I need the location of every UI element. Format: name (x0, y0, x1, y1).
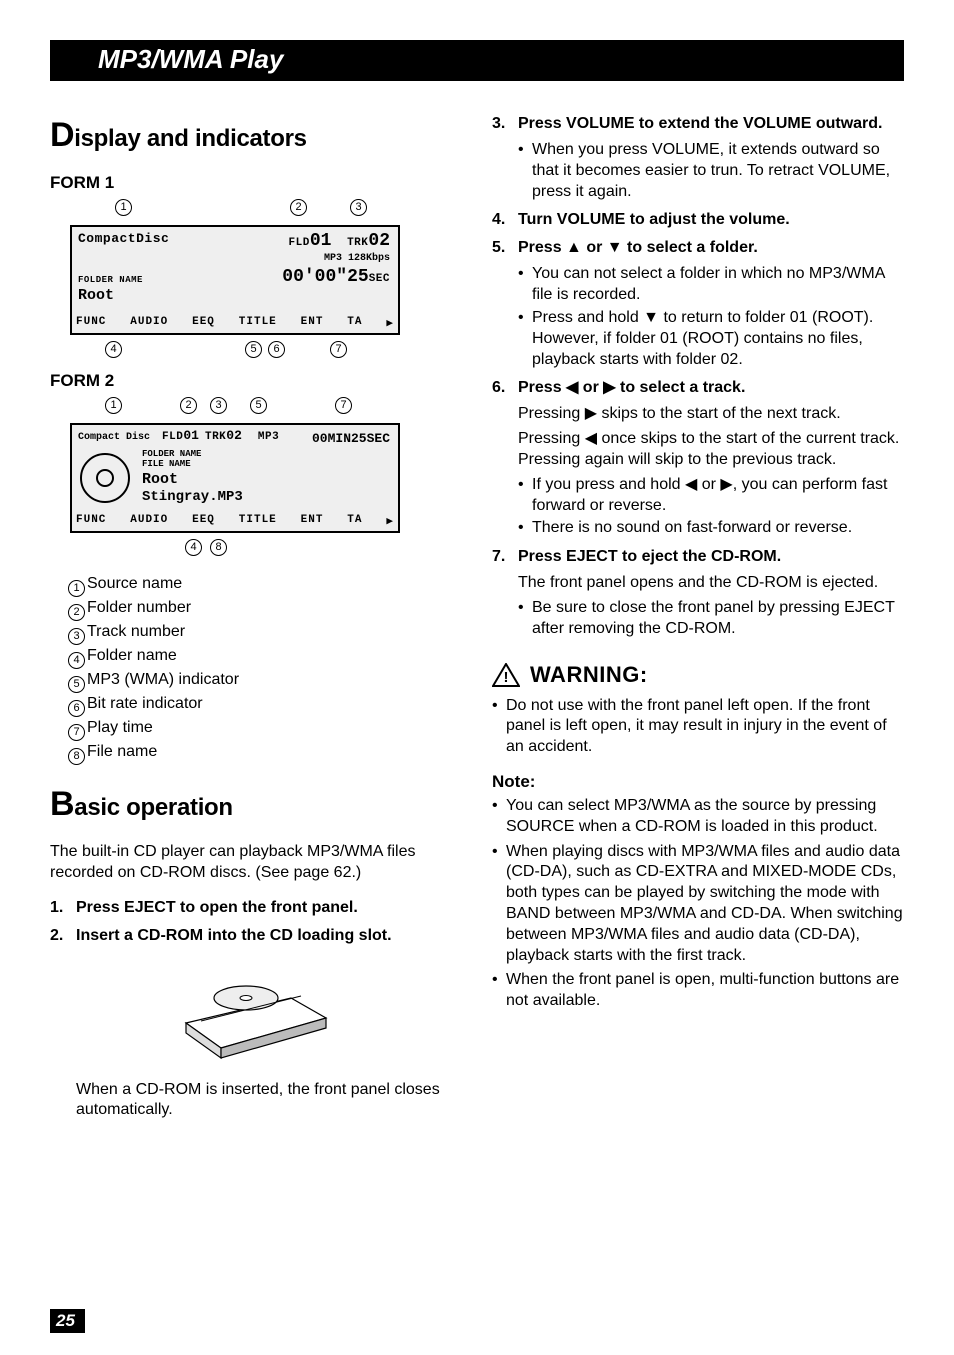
svg-text:!: ! (504, 669, 509, 686)
lcd-display-form1: CompactDisc FLD01 TRK02 MP3 128Kbps 00'0… (70, 225, 400, 335)
step: 3.Press VOLUME to extend the VOLUME outw… (492, 114, 904, 134)
legend-list: 1Source name 2Folder number 3Track numbe… (68, 573, 462, 765)
step-sub: Pressing ▶ skips to the start of the nex… (518, 404, 904, 425)
device-illustration (166, 958, 346, 1068)
step-bullet: •There is no sound on fast-forward or re… (518, 518, 904, 539)
heading-display: Display and indicators (50, 116, 462, 155)
step: 5.Press ▲ or ▼ to select a folder. (492, 238, 904, 258)
callout-5: 5 (245, 341, 262, 358)
lcd-display-form2: Compact Disc FLD01 TRK02 MP3 00MIN25SEC … (70, 423, 400, 533)
after-device-text: When a CD-ROM is inserted, the front pan… (76, 1080, 462, 1122)
notes-container: •You can select MP3/WMA as the source by… (492, 796, 904, 1012)
note-item: •You can select MP3/WMA as the source by… (492, 796, 904, 838)
callout-3: 3 (350, 199, 367, 216)
manual-page: MP3/WMA Play Display and indicators FORM… (0, 0, 954, 1145)
callout-1: 1 (115, 199, 132, 216)
intro-text: The built-in CD player can playback MP3/… (50, 842, 462, 884)
page-number: 25 (50, 1309, 85, 1333)
two-column-layout: Display and indicators FORM 1 1 2 3 Comp… (50, 106, 904, 1125)
warning-heading: ! WARNING: (492, 662, 904, 688)
step-bullet: •You can not select a folder in which no… (518, 264, 904, 306)
callout-2: 2 (290, 199, 307, 216)
warning-body: •Do not use with the front panel left op… (492, 696, 904, 758)
step-bullet: •When you press VOLUME, it extends outwa… (518, 140, 904, 202)
right-column: 3.Press VOLUME to extend the VOLUME outw… (492, 106, 904, 1125)
form1-top-callouts: 1 2 3 (50, 199, 462, 219)
right-steps-container: 3.Press VOLUME to extend the VOLUME outw… (492, 114, 904, 640)
note-item: •When the front panel is open, multi-fun… (492, 970, 904, 1012)
note-heading: Note: (492, 772, 904, 792)
step-sub: Pressing ◀ once skips to the start of th… (518, 429, 904, 471)
form1-label: FORM 1 (50, 173, 462, 193)
step: 7.Press EJECT to eject the CD-ROM. (492, 547, 904, 567)
step-sub: The front panel opens and the CD-ROM is … (518, 573, 904, 594)
disc-icon (78, 451, 132, 505)
form2-top-callouts: 1 2 3 5 7 (50, 397, 462, 417)
section-banner: MP3/WMA Play (50, 40, 904, 81)
step-1: 1. Press EJECT to open the front panel. (50, 898, 462, 918)
step-bullet: •Press and hold ▼ to return to folder 01… (518, 308, 904, 370)
step: 4.Turn VOLUME to adjust the volume. (492, 210, 904, 230)
form2-label: FORM 2 (50, 371, 462, 391)
left-column: Display and indicators FORM 1 1 2 3 Comp… (50, 106, 462, 1125)
form1-bottom-callouts: 4 5 6 7 (50, 341, 462, 361)
step-bullet: •Be sure to close the front panel by pre… (518, 598, 904, 640)
step: 6.Press ◀ or ▶ to select a track. (492, 378, 904, 398)
callout-4: 4 (105, 341, 122, 358)
note-item: •When playing discs with MP3/WMA files a… (492, 842, 904, 967)
heading-basic: Basic operation (50, 785, 462, 824)
step-2: 2. Insert a CD-ROM into the CD loading s… (50, 926, 462, 946)
warning-icon: ! (492, 663, 520, 687)
form2-bottom-callouts: 4 8 (50, 539, 462, 559)
callout-7: 7 (330, 341, 347, 358)
callout-6: 6 (268, 341, 285, 358)
step-bullet: •If you press and hold ◀ or ▶, you can p… (518, 475, 904, 517)
